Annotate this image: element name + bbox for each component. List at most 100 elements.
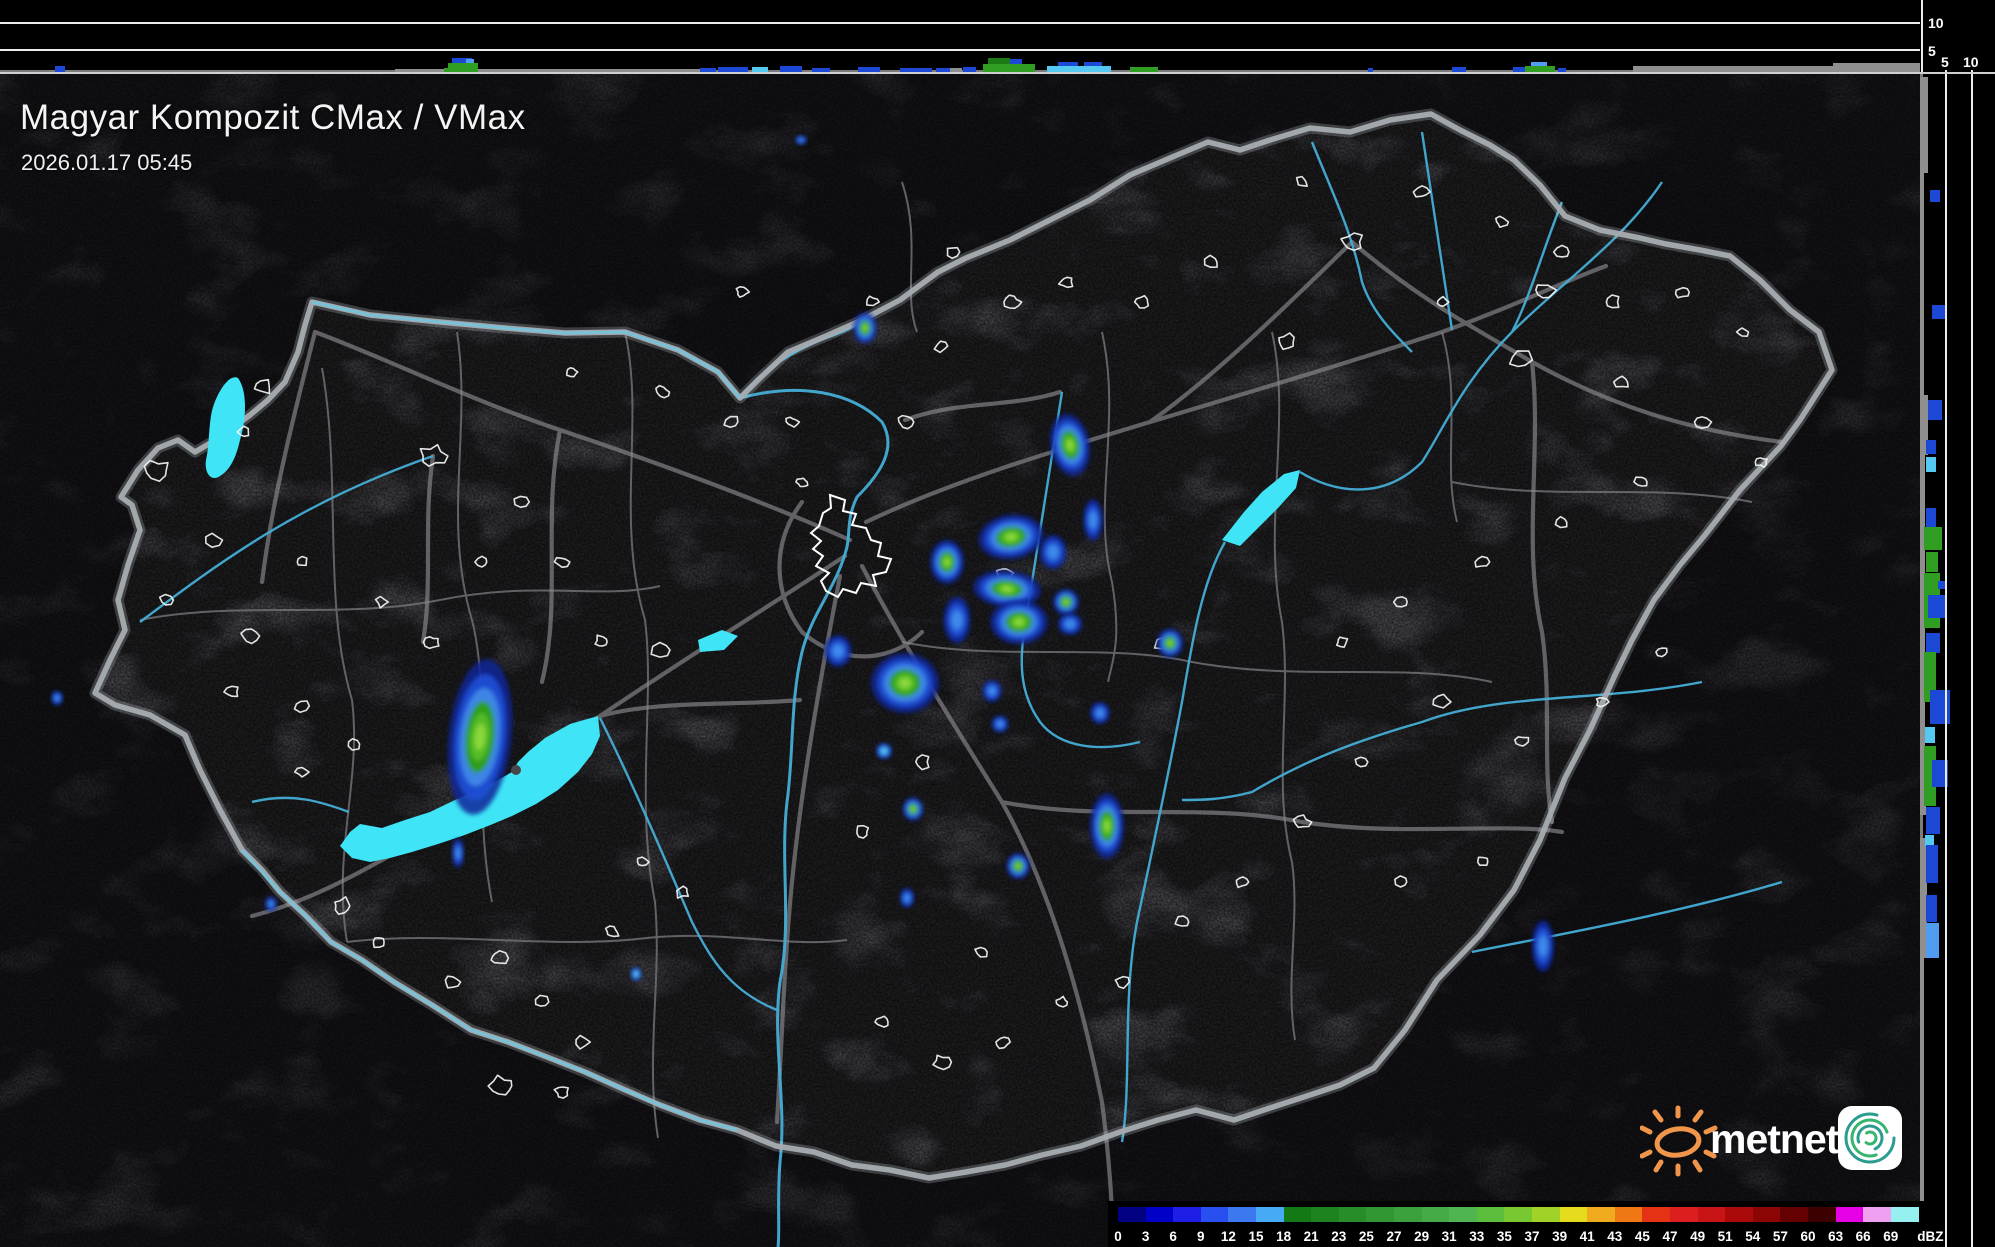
top-profile-seg: [448, 63, 478, 72]
right-profile-seg: [1926, 552, 1938, 572]
tihany-peninsula: [511, 765, 521, 775]
legend-tick-label: 6: [1169, 1229, 1177, 1244]
vmax-top-profile-strip: [0, 0, 1921, 73]
radar-echo-cell: [630, 967, 642, 981]
top-profile-seg: [1531, 62, 1547, 66]
vmax-right-profile-strip: [1920, 0, 1995, 1247]
top-profile-seg: [988, 58, 1010, 64]
legend-color-cell: [1559, 1207, 1588, 1222]
right-profile-seg: [1925, 727, 1935, 743]
hungary-radar-map: [0, 73, 1920, 1247]
radar-echo-cell: [899, 888, 915, 908]
legend-tick-label: 33: [1469, 1229, 1485, 1244]
legend-tick-label: 9: [1197, 1229, 1205, 1244]
legend-color-cell: [1725, 1207, 1754, 1222]
legend-tick-label: 31: [1441, 1229, 1457, 1244]
radar-echo-cell: [1006, 853, 1030, 879]
top-profile-pixels: [0, 0, 1920, 73]
legend-color-cell: [1476, 1207, 1505, 1222]
radar-echo-cell: [902, 797, 924, 821]
logo-wordmark: metnet: [1710, 1116, 1839, 1162]
right-profile-seg: [1924, 527, 1942, 550]
legend-tick-label: 66: [1855, 1229, 1871, 1244]
right-profile-seg: [1930, 190, 1940, 202]
dbz-legend: 0 3 6 9 12 15 18 21 23 25 27 29 31 33 35 37 39 41 43 45 47 49…: [1108, 1201, 1944, 1247]
right-profile-seg: [1926, 457, 1936, 472]
legend-tick-label: 60: [1800, 1229, 1816, 1244]
axis-label-right-5: 5: [1941, 54, 1949, 70]
legend-color-cell: [1228, 1207, 1257, 1222]
top-profile-seg: [466, 59, 474, 63]
axis-label-top-5: 5: [1928, 43, 1936, 59]
legend-color-cell: [1752, 1207, 1781, 1222]
legend-color-cell: [1890, 1207, 1919, 1222]
radar-echo-cell: [1090, 702, 1110, 724]
radar-echo-cell: [990, 599, 1048, 645]
top-profile-seg: [983, 64, 1035, 72]
legend-color-cell: [1311, 1207, 1340, 1222]
legend-tick-label: 39: [1552, 1229, 1568, 1244]
right-strip-10km-line: [1971, 70, 1973, 1247]
radar-echo-cell: [876, 743, 892, 759]
axis-label-top-10: 10: [1928, 15, 1944, 31]
legend-tick-label: 54: [1745, 1229, 1761, 1244]
legend-tick-label: 27: [1386, 1229, 1402, 1244]
top-profile-seg: [1058, 62, 1078, 66]
legend-tick-label: 0: [1114, 1229, 1122, 1244]
top-profile-seg: [1833, 63, 1920, 72]
radar-echo-cell: [1083, 499, 1103, 541]
radar-echo-cell: [824, 635, 852, 667]
legend-color-cell: [1449, 1207, 1478, 1222]
map-top-edge: [0, 72, 1995, 74]
legend-color-cell: [1366, 1207, 1395, 1222]
radar-echo-cell: [1090, 793, 1124, 859]
legend-color-cell: [1504, 1207, 1533, 1222]
legend-tick-label: 51: [1717, 1229, 1733, 1244]
radar-echo-cell: [1058, 613, 1082, 635]
legend-tick-label: 29: [1414, 1229, 1430, 1244]
legend-color-cell: [1697, 1207, 1726, 1222]
radar-echo-cell: [930, 539, 964, 585]
radar-echo-cell: [991, 715, 1009, 733]
legend-color-cell: [1808, 1207, 1837, 1222]
legend-tick-label: 63: [1828, 1229, 1844, 1244]
radar-echo-cell: [1157, 628, 1183, 658]
legend-tick-label: 69: [1883, 1229, 1899, 1244]
legend-color-cell: [1283, 1207, 1312, 1222]
metnet-app-icon: [1838, 1106, 1902, 1170]
right-profile-pixels: [1920, 0, 1995, 1247]
legend-color-cell: [1173, 1207, 1202, 1222]
legend-tick-label: 23: [1331, 1229, 1347, 1244]
legend-color-cell: [1863, 1207, 1892, 1222]
legend-tick-label: 47: [1662, 1229, 1678, 1244]
top-profile-seg: [1084, 62, 1102, 66]
radar-echo-cell: [1053, 589, 1079, 615]
metnet-logo[interactable]: metnet: [1639, 1098, 1910, 1180]
legend-color-cell: [1200, 1207, 1229, 1222]
dbz-color-bar: 0 3 6 9 12 15 18 21 23 25 27 29 31 33 35 37 39 41 43 45 47 49…: [1114, 1207, 1944, 1244]
radar-composite-screen: 10 5 5 10 Magyar Kompozit CMax / VMax 20…: [0, 0, 1995, 1247]
legend-color-cell: [1256, 1207, 1285, 1222]
legend-color-cell: [1338, 1207, 1367, 1222]
legend-unit-label: dBZ: [1917, 1229, 1944, 1244]
timestamp: 2026.01.17 05:45: [21, 150, 193, 175]
legend-tick-label: 57: [1772, 1229, 1788, 1244]
legend-color-cell: [1587, 1207, 1616, 1222]
right-profile-seg: [1932, 305, 1945, 319]
right-profile-seg: [1920, 173, 1924, 403]
radar-echo-cell: [853, 312, 877, 344]
legend-tick-label: 37: [1524, 1229, 1540, 1244]
radar-echo-cell: [943, 597, 971, 643]
legend-tick-label: 18: [1276, 1229, 1292, 1244]
legend-tick-label: 49: [1690, 1229, 1706, 1244]
right-profile-seg: [1926, 633, 1940, 653]
right-profile-seg: [1926, 508, 1936, 528]
axis-label-right-10: 10: [1963, 54, 1979, 70]
legend-tick-label: 43: [1607, 1229, 1623, 1244]
radar-echo-cell: [982, 680, 1002, 702]
legend-tick-label: 35: [1496, 1229, 1512, 1244]
radar-echo-cell: [871, 653, 939, 713]
radar-echo-cell: [795, 135, 807, 145]
legend-tick-label: 21: [1303, 1229, 1319, 1244]
right-profile-seg: [1920, 77, 1928, 173]
